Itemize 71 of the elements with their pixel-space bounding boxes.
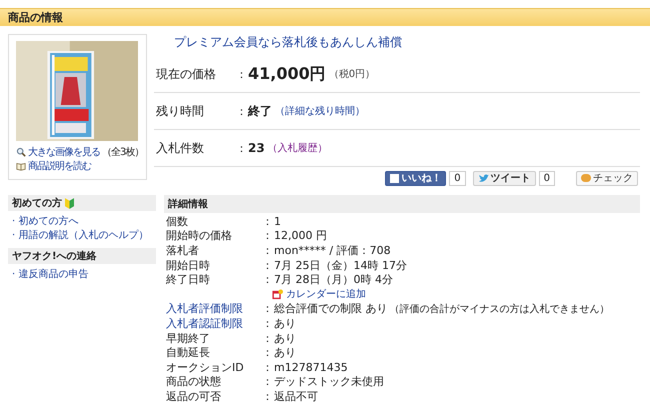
detail-value: デッドストック未使用 [274,374,384,390]
tweet-button[interactable]: ツイート [472,170,536,186]
summary-label: 入札件数 [156,140,205,156]
detail-label: 落札者 [166,242,200,258]
detail-label: 終了日時 [166,272,211,288]
colon: ： [236,66,248,82]
detail-label: 商品の状態 [166,374,222,390]
summary-label: 残り時間 [156,102,205,120]
detail-label: 早期終了 [166,330,211,346]
detail-label: 開始時の価格 [166,228,233,244]
search-icon [16,147,26,157]
detail-value: 1 [274,214,281,228]
check-button[interactable]: チェック [576,170,638,186]
detail-value: mon***** / 評価：708 [274,242,391,258]
detail-label[interactable]: 入札者評価制限 [166,301,262,316]
colon: ： [262,242,274,258]
detail-value: 7月 25日（金）14時 17分 [274,258,407,273]
detail-value: 返品不可 [274,388,318,404]
detail-value: あり [274,330,296,346]
detail-label: 自動延長 [166,345,211,360]
sidebar-link[interactable]: · 用語の解説（入札のヘルプ） [8,228,156,242]
share-count: 0 [449,170,466,186]
image-link[interactable]: 商品説明を読む [28,159,91,173]
colon: ： [262,374,274,390]
summary-label: 現在の価格 [156,66,217,82]
detail-value: m127871435 [274,360,348,374]
sidebar-title: ヤフオク!への連絡 [12,250,97,263]
details-title: 詳細情報 [168,198,208,211]
sidebar-link[interactable]: · 初めての方へ [8,214,156,228]
detail-label: 開始日時 [166,258,211,273]
calendar-link[interactable]: カレンダーに追加 [286,287,366,302]
promo-link[interactable]: プレミアム会員なら落札後もあんしん補償 [174,34,640,50]
share-count: 0 [538,170,555,186]
detail-value: 7月 28日（月）0時 4分 [274,272,393,288]
detail-value: 12,000 円 [274,228,327,244]
detail-value: 総合評価での制限 あり [274,301,388,316]
detail-value: あり [274,345,296,360]
colon: ： [262,345,274,360]
image-link[interactable]: 大きな画像を見る [28,145,100,159]
bird-icon [478,174,489,182]
colon: ： [236,140,248,156]
summary-note: （税0円） [328,68,376,81]
colon: ： [262,388,274,404]
summary-value: 23 [248,141,265,155]
colon: ： [262,360,274,375]
image-count: （全3枚） [102,146,144,159]
calendar-icon [272,288,283,300]
like-button[interactable]: いいね！ [385,170,446,186]
colon: ： [262,316,274,331]
colon: ： [262,258,274,273]
colon: ： [262,228,274,244]
summary-value: 終了 [248,102,272,120]
colon: ： [262,214,274,229]
sidebar-title: 初めての方 [12,196,62,210]
detail-note: （評価の合計がマイナスの方は入札できません） [390,302,610,316]
detail-value: あり [274,316,296,331]
colon: ： [236,104,248,118]
detail-label: オークションID [166,360,245,375]
detail-label: 返品の可否 [166,388,222,404]
book-icon [16,161,26,171]
summary-note[interactable]: （詳細な残り時間） [275,104,365,118]
colon: ： [262,272,274,288]
summary-value: 41,000円 [248,64,326,84]
summary-note[interactable]: （入札履歴） [268,141,328,155]
colon: ： [262,301,274,316]
beginner-mark-icon [65,198,74,208]
colon: ： [262,330,274,346]
section-title: 商品の情報 [8,10,63,25]
detail-label: 個数 [166,214,189,229]
sidebar-link[interactable]: · 違反商品の申告 [8,267,156,281]
detail-label[interactable]: 入札者認証制限 [166,316,262,331]
